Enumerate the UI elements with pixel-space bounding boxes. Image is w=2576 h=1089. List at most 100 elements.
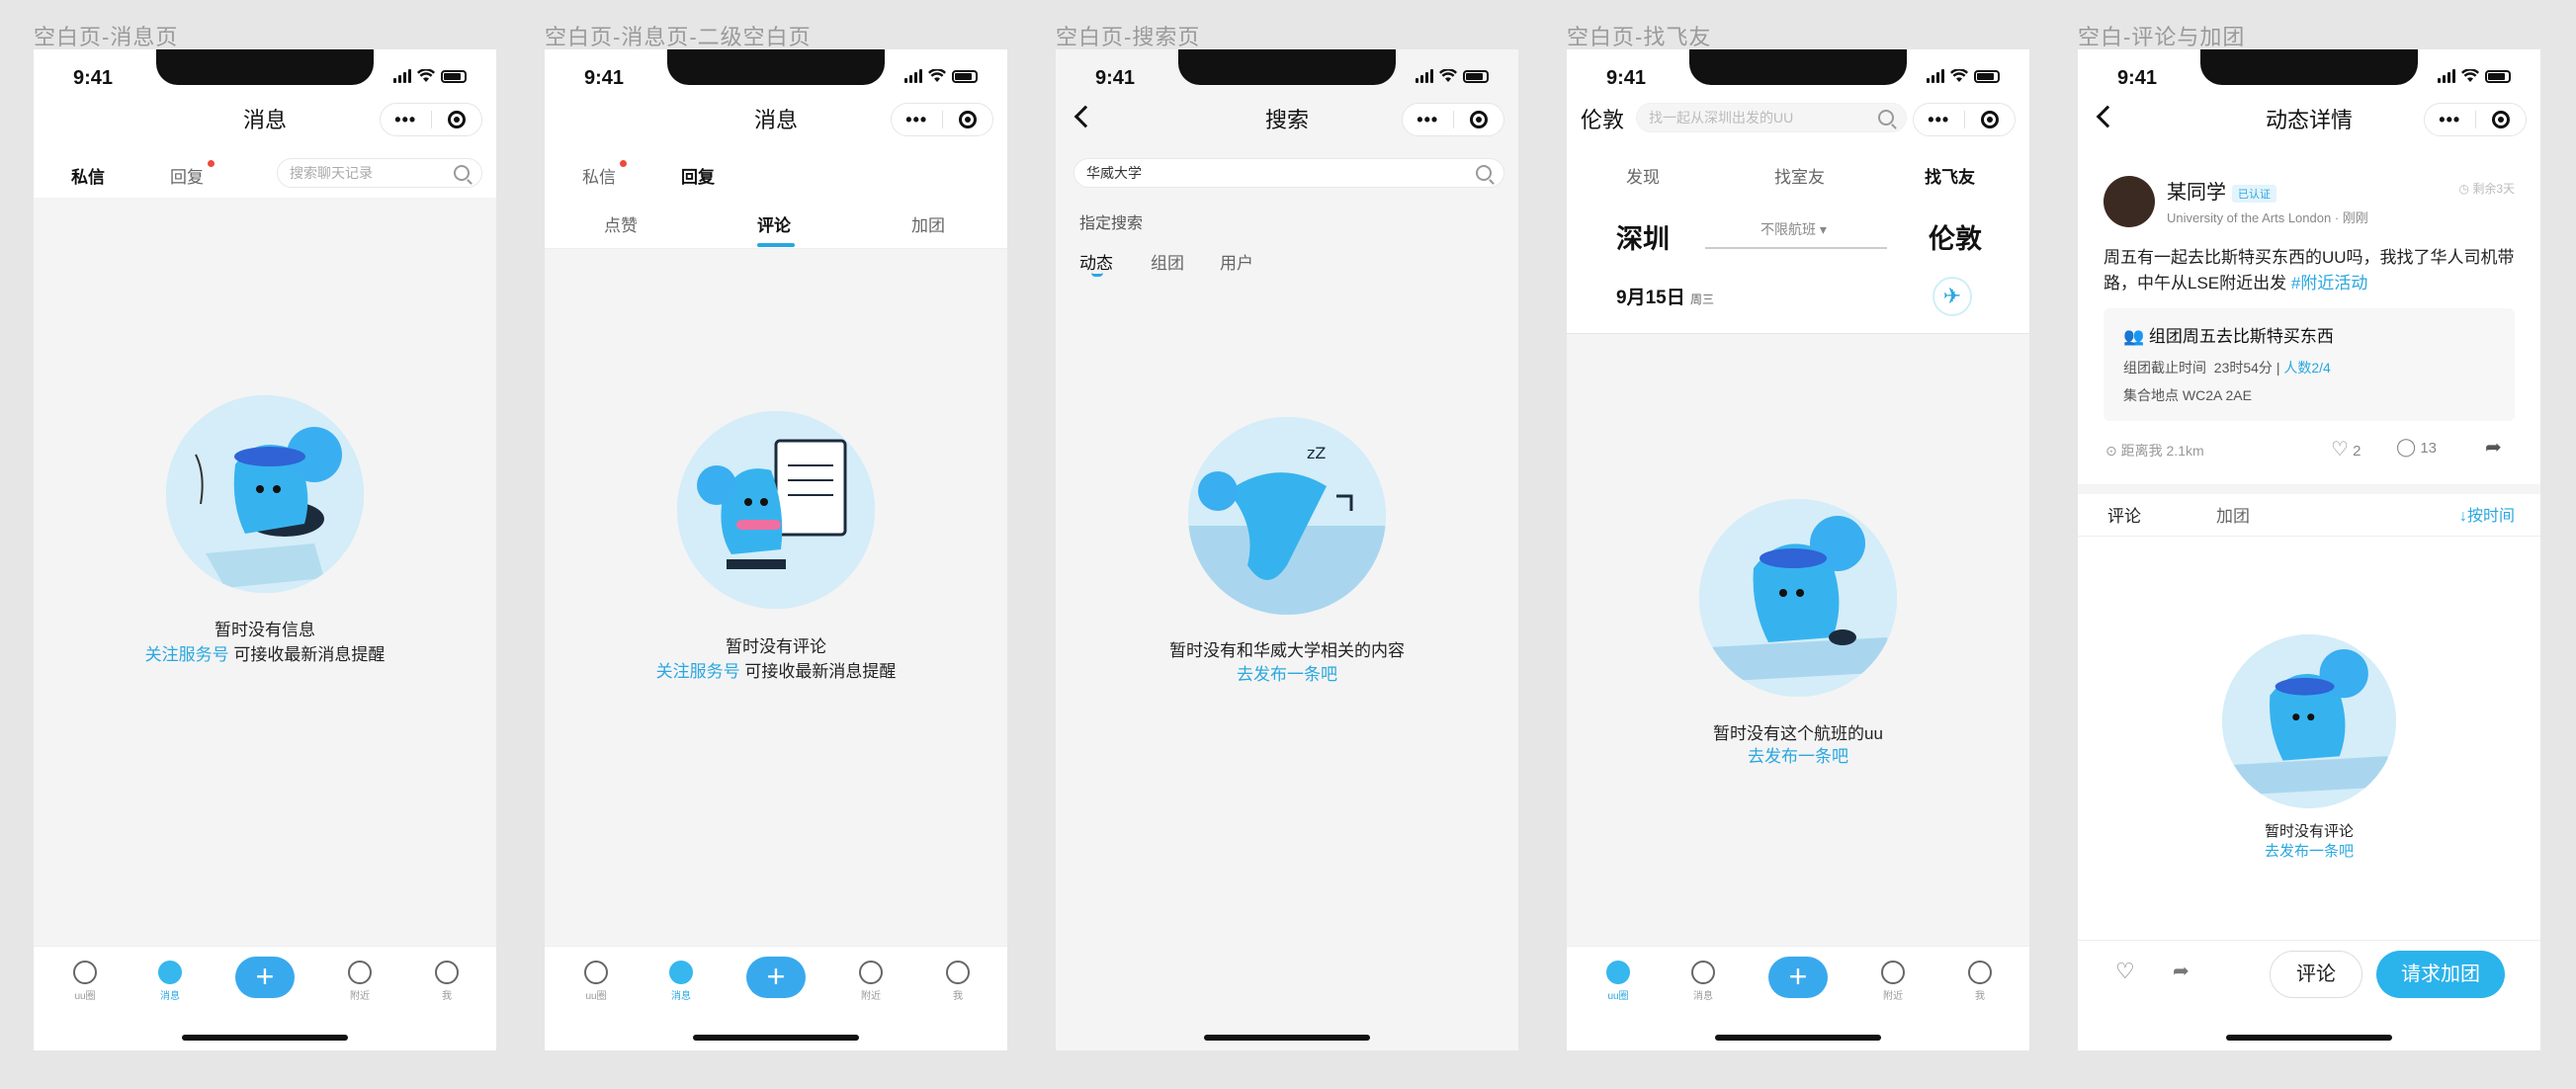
tab-roommates[interactable]: 找室友 (1774, 163, 1825, 188)
tab-messages[interactable]: 消息 (1674, 961, 1733, 1002)
frame-caption: 空白页-找飞友 (1567, 25, 1712, 49)
empty-title: 暂时没有评论 (2264, 823, 2354, 840)
tab-flight-mates[interactable]: 找飞友 (1925, 163, 1975, 188)
mini-program-capsule[interactable]: ••• (2424, 103, 2527, 136)
tab-private[interactable]: 私信 (582, 163, 616, 188)
signal-icon (393, 69, 411, 83)
comment-count-button[interactable]: ◯ 13 (2396, 437, 2437, 458)
subtab-join[interactable]: 加团 (911, 211, 945, 236)
tab-private[interactable]: 私信 (71, 163, 105, 188)
more-icon[interactable]: ••• (381, 110, 431, 130)
planet-icon (73, 961, 97, 984)
home-indicator (1204, 1035, 1370, 1041)
user-name[interactable]: 某同学 (2167, 182, 2226, 204)
filter-groups[interactable]: 组团 (1151, 249, 1184, 274)
post-link[interactable]: 去发布一条吧 (1237, 665, 1337, 684)
close-target-icon[interactable] (2476, 111, 2527, 128)
to-city[interactable]: 伦敦 (1929, 217, 1982, 256)
current-city[interactable]: 伦敦 (1581, 103, 1624, 134)
empty-hint: 关注服务号 可接收最新消息提醒 (34, 642, 496, 667)
group-card[interactable]: 👥 组团周五去比斯特买东西 组团截止时间 23时54分 | 人数2/4 集合地点… (2104, 308, 2515, 421)
post-link[interactable]: 去发布一条吧 (1748, 747, 1848, 766)
flight-search-input[interactable]: 找一起从深圳出发的UU (1636, 103, 1907, 132)
tab-join[interactable]: 加团 (2216, 502, 2250, 527)
share-icon[interactable]: ➦ (2173, 959, 2190, 983)
close-target-icon[interactable] (432, 111, 482, 128)
post-link[interactable]: 去发布一条吧 (2265, 843, 2354, 860)
route-line (1705, 247, 1887, 249)
close-target-icon[interactable] (1965, 111, 2016, 128)
sort-by-time[interactable]: ↓按时间 (2459, 502, 2515, 526)
battery-icon (1463, 69, 1489, 83)
search-icon (454, 165, 470, 181)
airplane-icon[interactable]: ✈ (1932, 277, 1972, 316)
avatar[interactable] (2104, 176, 2155, 227)
location-icon (348, 961, 372, 984)
message-tabs: 私信 回复 点赞 评论 加团 (545, 148, 1007, 249)
post-tag[interactable]: #附近活动 (2291, 274, 2367, 293)
empty-illustration (166, 395, 364, 593)
screen-messages-secondary: 9:41 消息 ••• 私信 回复 点赞 评论 加团 暂时没有评论 关注服务号 … (545, 49, 1007, 1050)
subtab-likes[interactable]: 点赞 (604, 211, 638, 236)
more-icon[interactable]: ••• (1914, 110, 1964, 130)
follow-service-link[interactable]: 关注服务号 (145, 645, 229, 664)
share-icon[interactable]: ➦ (2485, 435, 2502, 460)
group-icon: 👥 (2123, 327, 2145, 346)
tab-messages[interactable]: 消息 (651, 961, 711, 1002)
post-button[interactable]: + (235, 957, 295, 998)
nav-bar: 消息 ••• (34, 89, 496, 148)
filter-posts[interactable]: 动态 (1079, 249, 1113, 274)
tab-discover[interactable]: 发现 (1626, 163, 1660, 188)
mini-program-capsule[interactable]: ••• (1913, 103, 2016, 136)
tab-nearby[interactable]: 附近 (841, 961, 901, 1002)
bottom-tab-bar: uu圈 消息 + 附近 我 (545, 946, 1007, 1050)
search-icon (1476, 165, 1492, 181)
mini-program-capsule[interactable]: ••• (380, 103, 482, 136)
tab-messages[interactable]: 消息 (140, 961, 200, 1002)
svg-text:zZ: zZ (1307, 444, 1326, 462)
profile-icon (946, 961, 970, 984)
empty-illustration (1699, 499, 1897, 697)
tab-uu-circle[interactable]: uu圈 (566, 961, 626, 1002)
more-icon[interactable]: ••• (1403, 110, 1453, 130)
tab-uu-circle[interactable]: uu圈 (55, 961, 115, 1002)
travel-date[interactable]: 9月15日 周三 (1616, 283, 1714, 309)
search-input[interactable]: 华威大学 (1073, 158, 1504, 188)
chat-search-input[interactable]: 搜索聊天记录 (277, 158, 482, 188)
flight-filter[interactable]: 不限航班 ▾ (1760, 219, 1827, 239)
follow-service-link[interactable]: 关注服务号 (656, 662, 740, 681)
screen-post-detail: 9:41 动态详情 ••• 某同学 已认证 University of the A… (2078, 49, 2540, 1050)
battery-icon (2485, 69, 2511, 83)
mini-program-capsule[interactable]: ••• (891, 103, 993, 136)
active-tab-underline (757, 243, 795, 247)
request-join-button[interactable]: 请求加团 (2376, 951, 2505, 998)
tab-nearby[interactable]: 附近 (330, 961, 389, 1002)
tab-comments[interactable]: 评论 (2107, 502, 2141, 527)
tab-reply[interactable]: 回复 (681, 163, 715, 188)
tab-me[interactable]: 我 (417, 961, 476, 1002)
message-icon (669, 961, 693, 984)
like-button[interactable]: ♡ 2 (2331, 437, 2361, 461)
from-city[interactable]: 深圳 (1616, 217, 1670, 256)
wifi-icon (928, 69, 946, 82)
more-icon[interactable]: ••• (892, 110, 942, 130)
search-placeholder: 搜索聊天记录 (290, 165, 373, 181)
mini-program-capsule[interactable]: ••• (1402, 103, 1504, 136)
subtab-comments[interactable]: 评论 (757, 211, 791, 236)
filter-users[interactable]: 用户 (1220, 249, 1253, 274)
tab-me[interactable]: 我 (928, 961, 987, 1002)
heart-icon[interactable]: ♡ (2115, 959, 2135, 984)
tab-nearby[interactable]: 附近 (1863, 961, 1923, 1002)
post-button[interactable]: + (1768, 957, 1828, 998)
tab-reply[interactable]: 回复 (170, 163, 204, 188)
post-button[interactable]: + (746, 957, 806, 998)
close-target-icon[interactable] (1454, 111, 1504, 128)
tab-me[interactable]: 我 (1950, 961, 2010, 1002)
section-label: 指定搜索 (1079, 215, 1144, 232)
comment-button[interactable]: 评论 (2270, 951, 2362, 998)
empty-hint: 去发布一条吧 (1567, 744, 2029, 769)
tab-uu-circle[interactable]: uu圈 (1589, 961, 1648, 1002)
more-icon[interactable]: ••• (2425, 110, 2475, 130)
unread-dot (620, 160, 627, 167)
close-target-icon[interactable] (943, 111, 993, 128)
